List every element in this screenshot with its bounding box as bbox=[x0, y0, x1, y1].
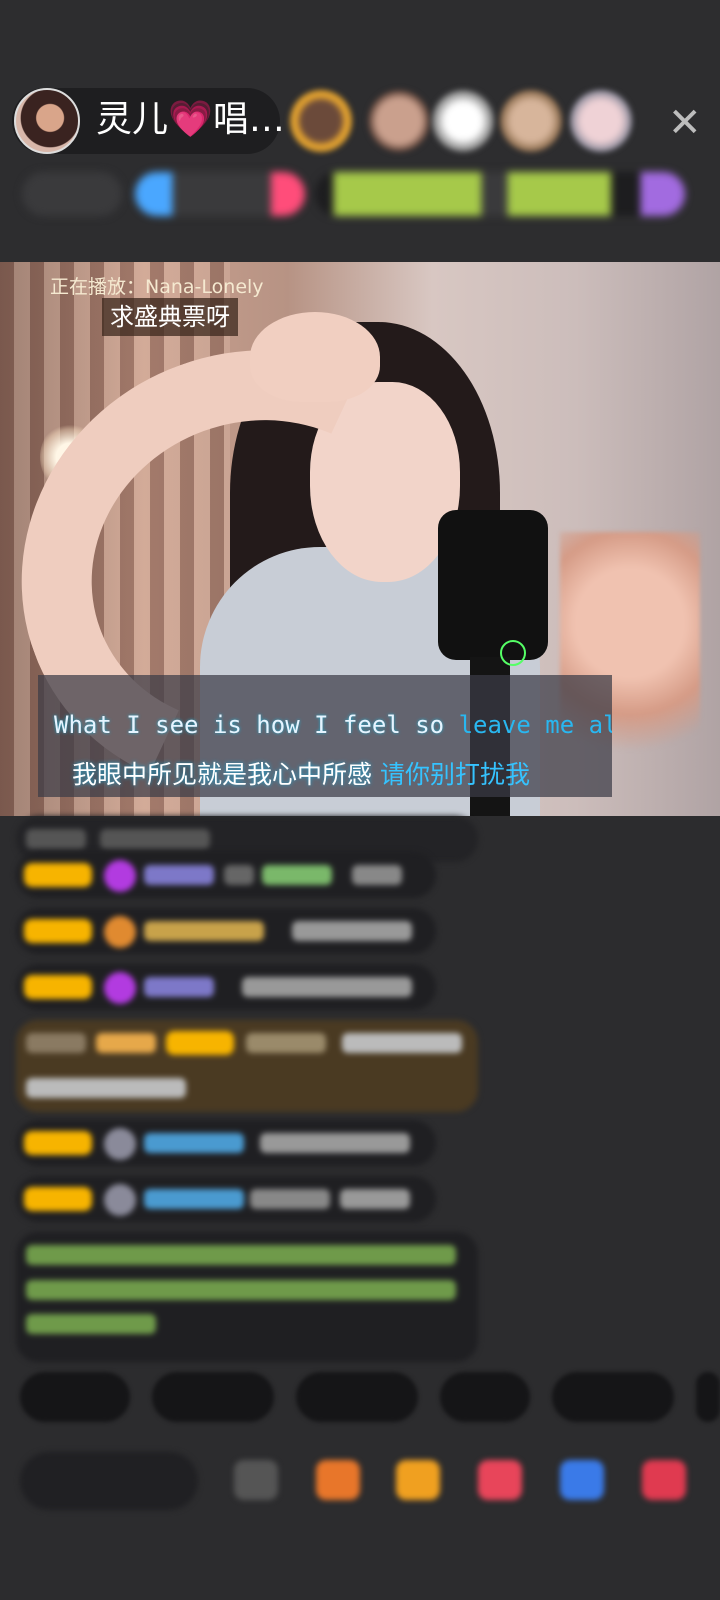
gift-box-icon[interactable] bbox=[316, 1460, 360, 1500]
lyrics-english-upcoming: leave me alo bbox=[458, 711, 612, 739]
close-icon[interactable]: ✕ bbox=[668, 100, 702, 146]
chat-message bbox=[16, 908, 436, 954]
blurred-banner[interactable] bbox=[315, 172, 685, 216]
game-icon[interactable] bbox=[560, 1460, 604, 1500]
heart-icon: 💗 bbox=[168, 99, 213, 140]
mic-logo-icon bbox=[500, 640, 526, 666]
host-name: 灵儿💗唱… bbox=[96, 98, 285, 142]
chat-input[interactable] bbox=[20, 1452, 198, 1510]
lyrics-chinese-upcoming: 请你别打扰我 bbox=[379, 760, 530, 789]
singer-hand bbox=[250, 312, 380, 402]
quick-reply-chip[interactable] bbox=[296, 1372, 418, 1422]
host-name-text: 灵儿 bbox=[96, 99, 169, 140]
lyrics-english: What I see is how I feel so leave me alo bbox=[54, 711, 612, 739]
host-name-suffix: 唱… bbox=[212, 99, 285, 140]
viewer-avatar[interactable] bbox=[570, 90, 632, 152]
live-video[interactable]: 正在播放：Nana-Lonely 求盛典票呀 What I see is how… bbox=[0, 262, 720, 816]
quick-reply-chip[interactable] bbox=[152, 1372, 274, 1422]
chat-system-message bbox=[16, 1232, 478, 1362]
viewer-avatar[interactable] bbox=[500, 90, 562, 152]
viewer-avatar[interactable] bbox=[368, 90, 430, 152]
blurred-status-chip bbox=[22, 172, 122, 216]
viewer-avatar[interactable] bbox=[432, 90, 494, 152]
blurred-status-chip bbox=[135, 172, 305, 216]
host-info-pill[interactable]: 灵儿💗唱… bbox=[12, 88, 285, 154]
quick-reply-chip[interactable] bbox=[440, 1372, 530, 1422]
chat-message-highlight bbox=[16, 1020, 478, 1112]
lyrics-chinese-sung: 我眼中所见就是我心中所感 bbox=[72, 760, 380, 789]
top-bar: 灵儿💗唱… ✕ bbox=[0, 0, 720, 262]
gift-icon[interactable] bbox=[642, 1460, 686, 1500]
quick-reply-chip[interactable] bbox=[696, 1372, 720, 1422]
lyrics-english-sung: What I see is how I feel so bbox=[54, 711, 459, 739]
wallet-icon[interactable] bbox=[396, 1460, 440, 1500]
quick-reply-chip[interactable] bbox=[552, 1372, 674, 1422]
lyrics-box: What I see is how I feel so leave me alo… bbox=[38, 675, 612, 797]
host-avatar[interactable] bbox=[14, 88, 80, 154]
chat-message bbox=[16, 964, 436, 1010]
lyrics-chinese: 我眼中所见就是我心中所感 请你别打扰我 bbox=[72, 755, 530, 791]
chat-message bbox=[16, 852, 436, 898]
request-caption: 求盛典票呀 bbox=[102, 298, 238, 336]
chat-message bbox=[16, 1120, 436, 1166]
heart-chat-icon[interactable] bbox=[478, 1460, 522, 1500]
emoji-icon[interactable] bbox=[234, 1460, 278, 1500]
chat-message bbox=[16, 1176, 436, 1222]
now-playing-label: 正在播放：Nana-Lonely bbox=[50, 276, 264, 298]
microphone bbox=[438, 510, 548, 660]
viewer-avatar[interactable] bbox=[290, 90, 352, 152]
quick-reply-chip[interactable] bbox=[20, 1372, 130, 1422]
